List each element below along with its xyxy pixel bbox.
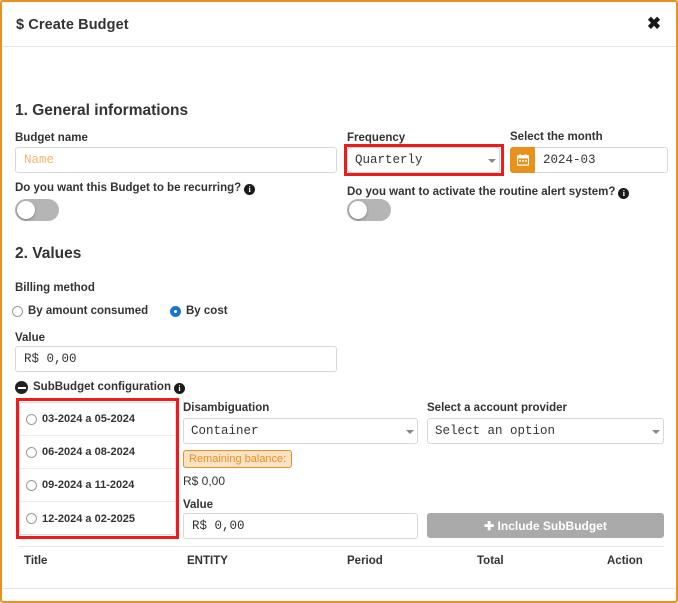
routine-alert-toggle[interactable] (347, 199, 391, 221)
disambiguation-select[interactable]: Container (183, 418, 418, 444)
select-month-label: Select the month (510, 131, 603, 143)
column-header-title: Title (24, 555, 48, 567)
modal-header: $ Create Budget ✖ (2, 2, 676, 47)
radio-by-amount-consumed[interactable]: By amount consumed (12, 305, 148, 317)
radio-icon (12, 305, 23, 317)
remaining-balance-value: R$ 0,00 (183, 474, 226, 488)
list-item[interactable]: 09-2024 a 11-2024 (20, 469, 175, 502)
subbudget-configuration-heading: SubBudget configuration i (33, 381, 185, 394)
minus-circle-icon[interactable] (15, 381, 28, 394)
column-header-entity: ENTITY (187, 555, 228, 567)
month-picker[interactable] (510, 147, 668, 173)
column-header-action: Action (607, 555, 643, 567)
plus-icon: ✚ (484, 518, 495, 533)
create-budget-modal: $ Create Budget ✖ 1. General information… (0, 0, 678, 603)
frequency-label: Frequency (347, 132, 406, 144)
radio-icon (26, 479, 37, 491)
period-label: 03-2024 a 05-2024 (42, 413, 135, 425)
account-provider-label: Select a account provider (427, 402, 567, 414)
subbudget-value-label: Value (183, 499, 214, 511)
subbudget-value-input[interactable] (183, 513, 418, 539)
recurring-toggle[interactable] (15, 199, 59, 221)
budget-name-label: Budget name (15, 132, 88, 144)
page-title: $ Create Budget (16, 17, 129, 33)
recurring-question-label: Do you want this Budget to be recurring?… (15, 182, 256, 195)
period-label: 06-2024 a 08-2024 (42, 446, 135, 458)
remaining-balance-badge: Remaining balance: (183, 450, 293, 468)
list-item[interactable]: 03-2024 a 05-2024 (20, 403, 175, 436)
subbudget-period-list[interactable]: 03-2024 a 05-2024 06-2024 a 08-2024 09-2… (19, 402, 176, 535)
section-general-informations-title: 1. General informations (15, 102, 189, 119)
budget-name-input[interactable] (15, 147, 337, 173)
column-header-total: Total (477, 555, 504, 567)
toggle-knob (349, 201, 367, 219)
period-label: 09-2024 a 11-2024 (42, 479, 135, 491)
include-subbudget-label: Include SubBudget (497, 518, 607, 533)
radio-by-cost[interactable]: By cost (170, 305, 228, 317)
value-label: Value (15, 332, 46, 344)
list-item[interactable]: 06-2024 a 08-2024 (20, 436, 175, 469)
billing-method-label: Billing method (15, 282, 95, 294)
value-input[interactable] (15, 346, 337, 372)
period-label: 12-2024 a 02-2025 (42, 512, 135, 525)
info-icon[interactable]: i (244, 184, 256, 195)
calendar-icon[interactable] (510, 147, 535, 173)
subbudget-table-header: Title ENTITY Period Total Action (2, 555, 676, 575)
radio-icon (26, 513, 37, 524)
section-values-title: 2. Values (15, 245, 82, 262)
column-header-period: Period (347, 555, 383, 567)
table-top-divider (19, 546, 664, 547)
routine-alert-question-text: Do you want to activate the routine aler… (347, 186, 616, 198)
radio-icon (26, 413, 37, 425)
routine-alert-question-label: Do you want to activate the routine aler… (347, 186, 630, 199)
radio-icon (26, 446, 37, 458)
recurring-question-text: Do you want this Budget to be recurring? (15, 182, 242, 194)
disambiguation-label: Disambiguation (183, 402, 270, 414)
frequency-select[interactable]: Quarterly (347, 147, 500, 173)
account-provider-select[interactable]: Select an option (427, 418, 664, 444)
month-input[interactable] (535, 147, 668, 173)
radio-label: By cost (186, 305, 228, 317)
list-item[interactable]: 12-2024 a 02-2025 (20, 502, 175, 534)
footer-divider (2, 588, 676, 589)
subbudget-configuration-text: SubBudget configuration (33, 381, 171, 393)
close-icon[interactable]: ✖ (644, 14, 664, 34)
radio-icon (170, 305, 181, 317)
info-icon[interactable]: i (618, 188, 630, 199)
radio-label: By amount consumed (28, 305, 149, 317)
info-icon[interactable]: i (173, 383, 185, 394)
toggle-knob (17, 201, 35, 219)
include-subbudget-button[interactable]: ✚ Include SubBudget (427, 513, 664, 538)
